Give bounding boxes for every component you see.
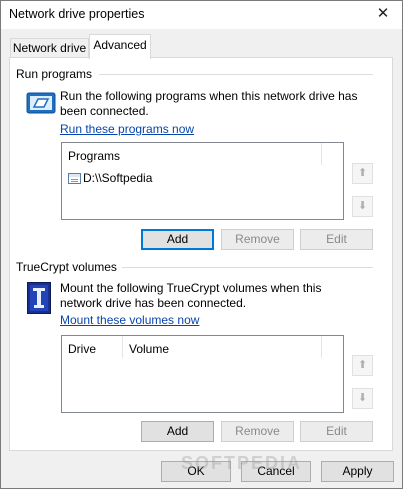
remove-program-button[interactable]: Remove bbox=[221, 229, 294, 250]
column-separator bbox=[122, 336, 123, 358]
close-button[interactable]: ✕ bbox=[372, 4, 394, 24]
add-program-button[interactable]: Add bbox=[141, 229, 214, 250]
column-separator bbox=[321, 336, 322, 358]
run-programs-now-link[interactable]: Run these programs now bbox=[60, 122, 194, 136]
column-separator bbox=[321, 143, 322, 165]
arrow-up-icon: ⬆ bbox=[357, 359, 368, 371]
close-icon: ✕ bbox=[376, 5, 390, 22]
truecrypt-key-icon bbox=[27, 282, 51, 314]
program-path: D:\\Softpedia bbox=[83, 171, 153, 185]
column-header-programs[interactable]: Programs bbox=[68, 149, 120, 163]
properties-dialog: Network drive properties ✕ Network drive… bbox=[0, 0, 403, 489]
arrow-down-icon: ⬇ bbox=[357, 200, 368, 212]
group-divider bbox=[122, 267, 373, 268]
edit-program-button[interactable]: Edit bbox=[300, 229, 373, 250]
move-down-button[interactable]: ⬇ bbox=[352, 388, 373, 409]
mount-volumes-now-link[interactable]: Mount these volumes now bbox=[60, 313, 199, 327]
ok-button[interactable]: OK bbox=[161, 461, 231, 482]
truecrypt-description: Mount the following TrueCrypt volumes wh… bbox=[60, 281, 322, 310]
tab-advanced[interactable]: Advanced bbox=[89, 34, 151, 59]
cancel-button[interactable]: Cancel bbox=[241, 461, 311, 482]
programs-list-header: Programs bbox=[62, 143, 343, 165]
add-volume-button[interactable]: Add bbox=[141, 421, 214, 442]
remove-volume-button[interactable]: Remove bbox=[221, 421, 294, 442]
window-title: Network drive properties bbox=[9, 7, 145, 21]
volumes-list-header: Drive Volume bbox=[62, 336, 343, 358]
arrow-down-icon: ⬇ bbox=[357, 392, 368, 404]
arrow-up-icon: ⬆ bbox=[357, 167, 368, 179]
group-divider bbox=[99, 74, 373, 75]
column-header-volume[interactable]: Volume bbox=[129, 342, 169, 356]
truecrypt-volumes-list[interactable]: Drive Volume bbox=[61, 335, 344, 413]
truecrypt-group-title: TrueCrypt volumes bbox=[16, 260, 117, 274]
program-file-icon bbox=[68, 172, 81, 184]
drive-window-icon bbox=[26, 90, 56, 116]
run-programs-group-title: Run programs bbox=[16, 67, 93, 81]
move-up-button[interactable]: ⬆ bbox=[352, 355, 373, 376]
list-item[interactable]: D:\\Softpedia bbox=[68, 170, 152, 186]
programs-list[interactable]: Programs D:\\Softpedia bbox=[61, 142, 344, 220]
edit-volume-button[interactable]: Edit bbox=[300, 421, 373, 442]
move-down-button[interactable]: ⬇ bbox=[352, 196, 373, 217]
column-header-drive[interactable]: Drive bbox=[68, 342, 96, 356]
title-bar: Network drive properties ✕ bbox=[1, 1, 402, 29]
run-programs-description: Run the following programs when this net… bbox=[60, 89, 358, 118]
tab-network-drive[interactable]: Network drive bbox=[10, 38, 89, 59]
move-up-button[interactable]: ⬆ bbox=[352, 163, 373, 184]
apply-button[interactable]: Apply bbox=[321, 461, 394, 482]
